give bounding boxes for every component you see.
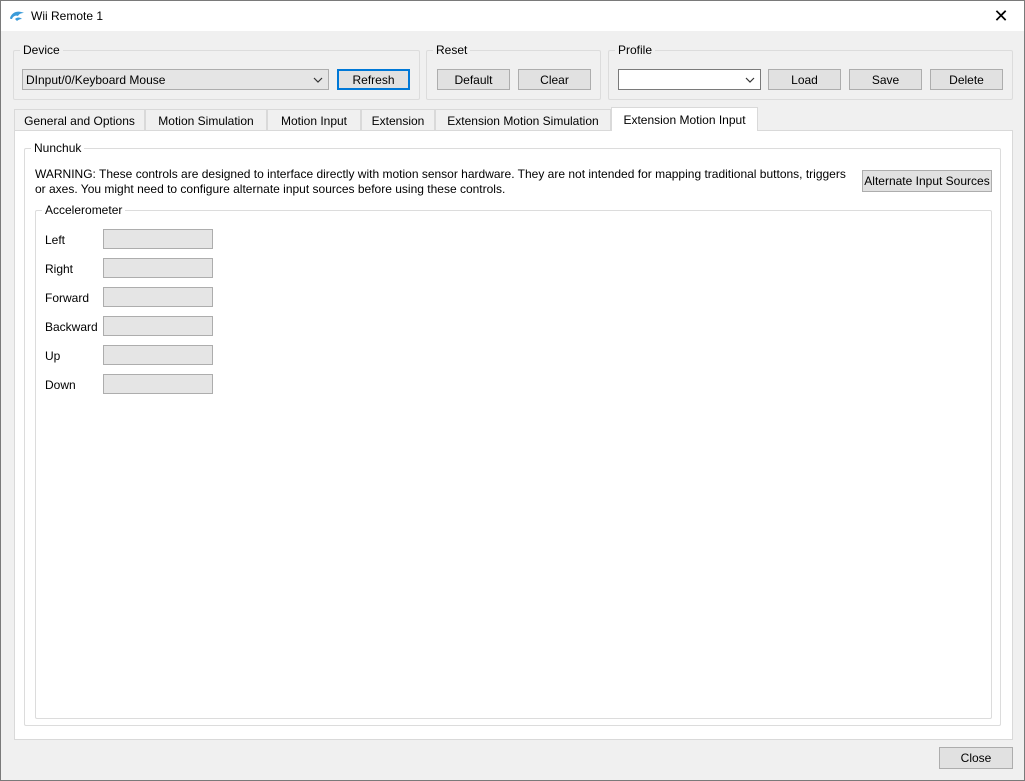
close-button[interactable]: Close [939, 747, 1013, 769]
load-label: Load [791, 72, 818, 87]
device-select-value: DInput/0/Keyboard Mouse [26, 72, 166, 87]
device-group: Device DInput/0/Keyboard Mouse Refresh [13, 43, 420, 100]
save-label: Save [871, 72, 900, 87]
forward-label: Forward [45, 291, 90, 305]
tab-motion-input[interactable]: Motion Input [267, 109, 361, 131]
tab-extension[interactable]: Extension [361, 109, 435, 131]
warning-text: WARNING: These controls are designed to … [35, 167, 846, 196]
up-mapping-button[interactable] [103, 345, 213, 365]
tab-bar: General and Options Motion Simulation Mo… [14, 107, 1014, 131]
tab-extension-motion-simulation[interactable]: Extension Motion Simulation [435, 109, 611, 131]
default-button[interactable]: Default [437, 69, 510, 90]
tab-label: Motion Simulation [158, 113, 254, 128]
window-close-button[interactable]: ✕ [978, 1, 1024, 31]
alt-sources-label: Alternate Input Sources [864, 174, 990, 188]
accelerometer-legend: Accelerometer [42, 203, 126, 217]
title-bar[interactable]: Wii Remote 1 ✕ [1, 1, 1024, 31]
device-legend: Device [20, 43, 63, 57]
profile-group: Profile Load Save Delete [608, 43, 1013, 100]
down-label: Down [45, 378, 76, 392]
clear-button[interactable]: Clear [518, 69, 591, 90]
backward-label: Backward [45, 320, 98, 334]
up-label: Up [45, 349, 61, 363]
delete-label: Delete [949, 72, 984, 87]
save-button[interactable]: Save [849, 69, 922, 90]
refresh-label: Refresh [352, 72, 395, 87]
alternate-input-sources-button[interactable]: Alternate Input Sources [862, 170, 992, 192]
chevron-down-icon [313, 77, 323, 83]
dialog-window: Wii Remote 1 ✕ Device DInput/0/Keyboard … [0, 0, 1025, 781]
down-mapping-button[interactable] [103, 374, 213, 394]
forward-mapping-button[interactable] [103, 287, 213, 307]
nunchuk-legend: Nunchuk [31, 141, 85, 155]
profile-select[interactable] [618, 69, 761, 90]
tab-panel: Nunchuk WARNING: These controls are desi… [14, 130, 1013, 740]
default-label: Default [454, 72, 493, 87]
reset-group: Reset Default Clear [426, 43, 601, 100]
profile-legend: Profile [615, 43, 656, 57]
tab-extension-motion-input[interactable]: Extension Motion Input [611, 107, 758, 131]
tab-label: General and Options [24, 113, 135, 128]
close-label: Close [960, 751, 992, 765]
clear-label: Clear [540, 72, 569, 87]
reset-legend: Reset [433, 43, 471, 57]
tab-motion-simulation[interactable]: Motion Simulation [145, 109, 267, 131]
close-icon: ✕ [993, 5, 1009, 26]
nunchuk-group: Nunchuk WARNING: These controls are desi… [24, 141, 1001, 726]
tab-label: Extension Motion Input [623, 112, 746, 127]
dolphin-icon [10, 11, 24, 21]
left-mapping-button[interactable] [103, 229, 213, 249]
refresh-button[interactable]: Refresh [337, 69, 410, 90]
tab-label: Motion Input [280, 113, 348, 128]
right-mapping-button[interactable] [103, 258, 213, 278]
chevron-down-icon [745, 77, 755, 83]
tab-label: Extension [371, 113, 425, 128]
window-title: Wii Remote 1 [31, 9, 104, 23]
accelerometer-group: Accelerometer Left Right Forward Backwar… [35, 203, 992, 719]
backward-mapping-button[interactable] [103, 316, 213, 336]
right-label: Right [45, 262, 74, 276]
tab-label: Extension Motion Simulation [447, 113, 599, 128]
delete-button[interactable]: Delete [930, 69, 1003, 90]
tab-general-and-options[interactable]: General and Options [14, 109, 145, 131]
left-label: Left [45, 233, 66, 247]
load-button[interactable]: Load [768, 69, 841, 90]
device-select[interactable]: DInput/0/Keyboard Mouse [22, 69, 329, 90]
